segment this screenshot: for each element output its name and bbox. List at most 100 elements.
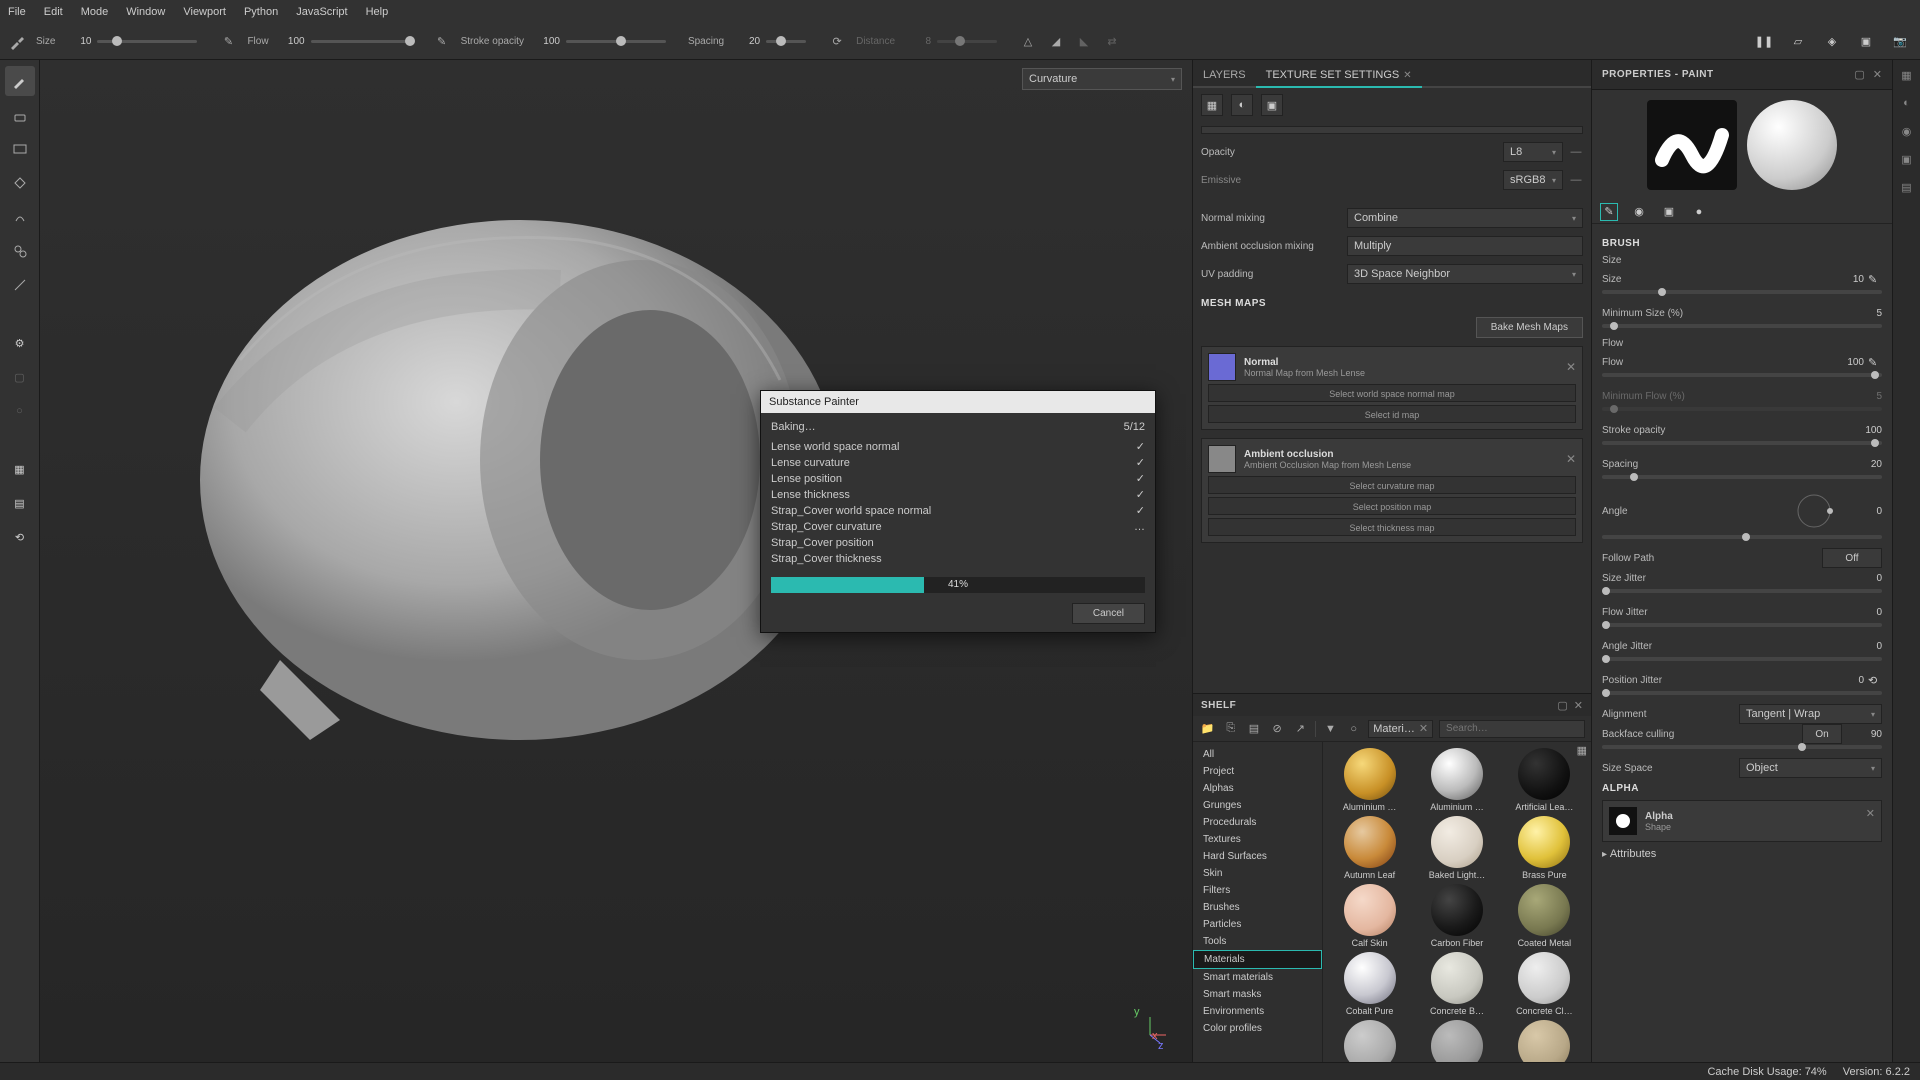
shelf-search-input[interactable] bbox=[1439, 720, 1585, 738]
symmetry-icon[interactable]: △ bbox=[1019, 33, 1037, 51]
brush-tab-icon[interactable]: ✎ bbox=[1600, 203, 1618, 221]
shelf-search-scope-icon[interactable]: ○ bbox=[1345, 720, 1362, 738]
normal-mixing-dropdown[interactable]: Combine bbox=[1347, 208, 1583, 228]
select-thickness-map[interactable]: Select thickness map bbox=[1208, 518, 1576, 536]
alpha-resource[interactable]: Alpha Shape ✕ bbox=[1602, 800, 1882, 842]
grid-view-icon[interactable]: ▦ bbox=[1577, 744, 1587, 757]
clone-tool[interactable] bbox=[5, 236, 35, 266]
opacity-format-dropdown[interactable]: L8 bbox=[1503, 142, 1563, 162]
material-item[interactable]: Artificial Lea… bbox=[1504, 748, 1585, 812]
alpha-clear-icon[interactable]: ✕ bbox=[1866, 807, 1875, 820]
prop-flow-slider[interactable] bbox=[1602, 373, 1882, 377]
shelf-cat-materials[interactable]: Materials bbox=[1193, 950, 1322, 969]
material-item[interactable]: Autumn Leaf bbox=[1329, 816, 1410, 880]
material-item[interactable]: Aluminium … bbox=[1416, 748, 1497, 812]
emissive-delete[interactable]: — bbox=[1569, 174, 1583, 186]
ts-icon-3[interactable]: ▣ bbox=[1261, 94, 1283, 116]
prop-size-slider[interactable] bbox=[1602, 290, 1882, 294]
cube-icon[interactable]: ◈ bbox=[1820, 30, 1844, 54]
stencil-tab-icon[interactable]: ▣ bbox=[1660, 203, 1678, 221]
material-item[interactable]: Concrete Cl… bbox=[1504, 952, 1585, 1016]
material-item[interactable]: Concrete S… bbox=[1416, 1020, 1497, 1062]
pen-pressure-flow-icon[interactable]: ✎ bbox=[433, 33, 451, 51]
filter-clear-icon[interactable]: ✕ bbox=[1419, 722, 1428, 735]
opacity-delete[interactable]: — bbox=[1569, 146, 1583, 158]
menu-viewport[interactable]: Viewport bbox=[183, 6, 226, 18]
smudge-tool[interactable] bbox=[5, 202, 35, 232]
shelf-cat-smart-masks[interactable]: Smart masks bbox=[1193, 986, 1322, 1003]
select-position-map[interactable]: Select position map bbox=[1208, 497, 1576, 515]
fill-tool[interactable] bbox=[5, 168, 35, 198]
ts-icon-2[interactable]: ◐ bbox=[1231, 94, 1253, 116]
shelf-cat-textures[interactable]: Textures bbox=[1193, 831, 1322, 848]
material-picker-tool[interactable] bbox=[5, 270, 35, 300]
dock-icon-1[interactable]: ▦ bbox=[1898, 66, 1916, 84]
dock-icon-5[interactable]: ▤ bbox=[1898, 178, 1916, 196]
size-jitter-slider[interactable] bbox=[1602, 589, 1882, 593]
refresh-icon[interactable]: ⟲ bbox=[5, 522, 35, 552]
map-remove-icon[interactable]: ✕ bbox=[1566, 452, 1576, 466]
brush-picker-icon[interactable] bbox=[8, 33, 26, 51]
shelf-close-icon[interactable]: ✕ bbox=[1574, 699, 1583, 712]
prop-min-size-slider[interactable] bbox=[1602, 324, 1882, 328]
prop-angle-slider[interactable] bbox=[1602, 535, 1882, 539]
shelf-cat-color-profiles[interactable]: Color profiles bbox=[1193, 1020, 1322, 1037]
shelf-cat-alphas[interactable]: Alphas bbox=[1193, 780, 1322, 797]
shelf-cat-brushes[interactable]: Brushes bbox=[1193, 899, 1322, 916]
flow-slider[interactable] bbox=[311, 40, 411, 43]
material-item[interactable]: Calf Skin bbox=[1329, 884, 1410, 948]
shelf-hide-icon[interactable]: ⊘ bbox=[1269, 720, 1286, 738]
alignment-dropdown[interactable]: Tangent | Wrap bbox=[1739, 704, 1882, 724]
bake-mesh-maps-button[interactable]: Bake Mesh Maps bbox=[1476, 317, 1583, 338]
material-tab-icon[interactable]: ● bbox=[1690, 203, 1708, 221]
flow-pressure-icon[interactable]: ✎ bbox=[1868, 356, 1882, 369]
material-item[interactable]: Aluminium … bbox=[1329, 748, 1410, 812]
cancel-button[interactable]: Cancel bbox=[1072, 603, 1145, 624]
shelf-dock-icon[interactable]: ▢ bbox=[1557, 699, 1567, 712]
shelf-library-icon[interactable]: ▤ bbox=[1245, 720, 1262, 738]
angle-jitter-slider[interactable] bbox=[1602, 657, 1882, 661]
settings-icon[interactable]: ⚙ bbox=[5, 328, 35, 358]
projection-tool[interactable] bbox=[5, 134, 35, 164]
size-pressure-icon[interactable]: ✎ bbox=[1868, 273, 1882, 286]
menu-file[interactable]: File bbox=[8, 6, 26, 18]
prop-spacing-slider[interactable] bbox=[1602, 475, 1882, 479]
lazy-mouse-icon[interactable]: ⟳ bbox=[828, 33, 846, 51]
backface-slider[interactable] bbox=[1602, 745, 1882, 749]
perspective-icon[interactable]: ▱ bbox=[1786, 30, 1810, 54]
properties-dock-icon[interactable]: ▢ bbox=[1854, 68, 1864, 81]
size-slider[interactable] bbox=[97, 40, 197, 43]
material-item[interactable]: Cobalt Pure bbox=[1329, 952, 1410, 1016]
shelf-cat-all[interactable]: All bbox=[1193, 746, 1322, 763]
map-remove-icon[interactable]: ✕ bbox=[1566, 360, 1576, 374]
properties-close-icon[interactable]: ✕ bbox=[1873, 68, 1882, 81]
shelf-filter-tag[interactable]: Materi…✕ bbox=[1368, 720, 1433, 738]
shelf-cat-project[interactable]: Project bbox=[1193, 763, 1322, 780]
pause-icon[interactable]: ❚❚ bbox=[1752, 30, 1776, 54]
shelf-cat-skin[interactable]: Skin bbox=[1193, 865, 1322, 882]
shelf-cat-grunges[interactable]: Grunges bbox=[1193, 797, 1322, 814]
stroke-opacity-slider[interactable] bbox=[566, 40, 666, 43]
alpha-tab-icon[interactable]: ◉ bbox=[1630, 203, 1648, 221]
menu-window[interactable]: Window bbox=[126, 6, 165, 18]
material-item[interactable]: Brass Pure bbox=[1504, 816, 1585, 880]
library-icon[interactable]: ▤ bbox=[5, 488, 35, 518]
uv-padding-dropdown[interactable]: 3D Space Neighbor bbox=[1347, 264, 1583, 284]
size-space-dropdown[interactable]: Object bbox=[1739, 758, 1882, 778]
shelf-filter-icon[interactable]: ▼ bbox=[1322, 720, 1339, 738]
shelf-folder-icon[interactable]: 📁 bbox=[1199, 720, 1216, 738]
shelf-cat-hard-surfaces[interactable]: Hard Surfaces bbox=[1193, 848, 1322, 865]
select-id-map[interactable]: Select id map bbox=[1208, 405, 1576, 423]
select-curvature-map[interactable]: Select curvature map bbox=[1208, 476, 1576, 494]
follow-path-toggle[interactable]: Off bbox=[1822, 548, 1882, 568]
material-item[interactable]: Concrete D… bbox=[1329, 1020, 1410, 1062]
material-item[interactable]: Concrete S… bbox=[1504, 1020, 1585, 1062]
dock-icon-4[interactable]: ▣ bbox=[1898, 150, 1916, 168]
ts-icon-1[interactable]: ▦ bbox=[1201, 94, 1223, 116]
menu-python[interactable]: Python bbox=[244, 6, 278, 18]
shelf-cat-smart-materials[interactable]: Smart materials bbox=[1193, 969, 1322, 986]
pen-pressure-size-icon[interactable]: ✎ bbox=[219, 33, 237, 51]
menu-edit[interactable]: Edit bbox=[44, 6, 63, 18]
dock-icon-3[interactable]: ◉ bbox=[1898, 122, 1916, 140]
menu-help[interactable]: Help bbox=[366, 6, 389, 18]
